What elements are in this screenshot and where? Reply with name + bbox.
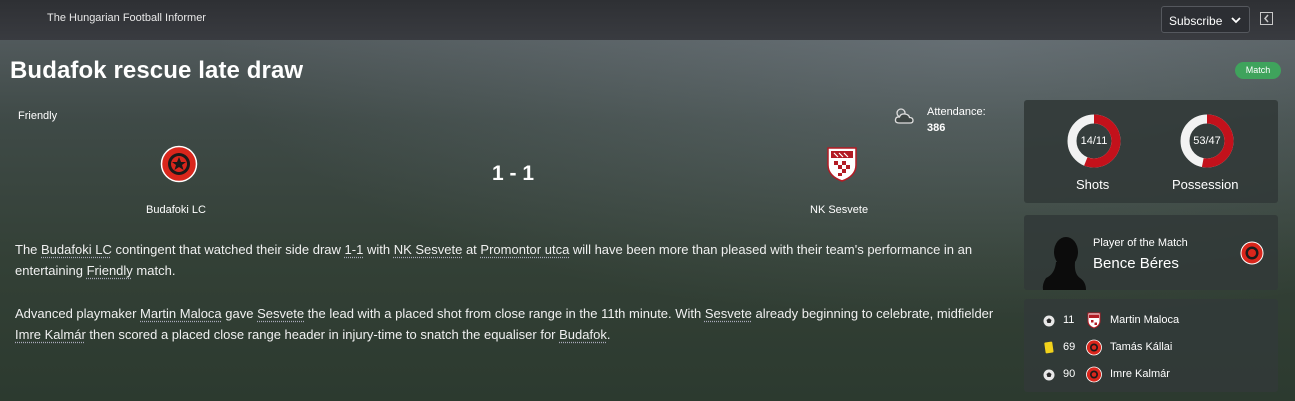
report-link[interactable]: Budafok bbox=[559, 327, 607, 342]
report-link[interactable]: Martin Maloca bbox=[140, 306, 222, 321]
nk-sesvete-crest-icon bbox=[1087, 312, 1101, 329]
report-link[interactable]: Friendly bbox=[87, 263, 133, 278]
report-text: at bbox=[462, 242, 481, 257]
event-row[interactable]: 11 Martin Maloca bbox=[1024, 310, 1278, 330]
player-of-match-name[interactable]: Bence Béres bbox=[1093, 255, 1179, 272]
event-player-name[interactable]: Imre Kalmár bbox=[1110, 368, 1170, 380]
attendance-value: 386 bbox=[927, 122, 946, 134]
report-text: Advanced playmaker bbox=[15, 306, 141, 321]
report-text: match. bbox=[132, 263, 176, 278]
report-text: The bbox=[15, 242, 42, 257]
event-row[interactable]: 69 Tamás Kállai bbox=[1024, 337, 1278, 357]
match-events-panel: 11 Martin Maloca 69 Tamás Kállai 90 Imre Kalm… bbox=[1024, 299, 1278, 392]
budafoki-crest-icon bbox=[1086, 366, 1102, 383]
report-text: already beginning to celebrate, midfield… bbox=[751, 306, 994, 321]
attendance-label: Attendance: bbox=[927, 106, 986, 118]
report-link[interactable]: 1-1 bbox=[345, 242, 364, 257]
subscribe-dropdown[interactable]: Subscribe bbox=[1161, 6, 1250, 33]
newspaper-name: The Hungarian Football Informer bbox=[47, 12, 206, 24]
report-paragraph-1: The Budafoki LC contingent that watched … bbox=[15, 239, 1005, 281]
budafoki-crest-icon bbox=[1240, 241, 1264, 265]
event-minute: 69 bbox=[1063, 341, 1076, 353]
report-text: with bbox=[363, 242, 394, 257]
yellow-card-icon bbox=[1044, 341, 1054, 354]
shots-label: Shots bbox=[1076, 177, 1110, 192]
competition-label[interactable]: Friendly bbox=[18, 110, 57, 122]
report-link[interactable]: Imre Kalmár bbox=[15, 327, 86, 342]
player-of-match-title: Player of the Match bbox=[1093, 237, 1188, 249]
cloudy-icon bbox=[894, 108, 914, 124]
budafoki-crest-icon[interactable] bbox=[160, 145, 198, 183]
report-link[interactable]: Budafoki LC bbox=[41, 242, 112, 257]
budafoki-crest-icon bbox=[1086, 339, 1102, 356]
report-link[interactable]: NK Sesvete bbox=[394, 242, 463, 257]
event-minute: 90 bbox=[1063, 368, 1076, 380]
event-player-name[interactable]: Tamás Kállai bbox=[1110, 341, 1172, 353]
report-link[interactable]: Promontor utca bbox=[480, 242, 569, 257]
report-link[interactable]: Sesvete bbox=[257, 306, 304, 321]
collapse-panel-icon[interactable] bbox=[1260, 12, 1273, 25]
player-silhouette-icon bbox=[1042, 237, 1086, 290]
report-text: then scored a placed close range header … bbox=[85, 327, 560, 342]
possession-label: Possession bbox=[1172, 177, 1239, 192]
report-paragraph-2: Advanced playmaker Martin Maloca gave Se… bbox=[15, 303, 1005, 345]
home-team-name[interactable]: Budafoki LC bbox=[146, 204, 206, 216]
possession-value: 53/47 bbox=[1193, 135, 1221, 147]
event-row[interactable]: 90 Imre Kalmár bbox=[1024, 364, 1278, 384]
report-text: gave bbox=[221, 306, 258, 321]
article-headline: Budafok rescue late draw bbox=[10, 57, 304, 84]
away-team-name[interactable]: NK Sesvete bbox=[810, 204, 868, 216]
match-stats-panel: 14/11 Shots 53/47 Possession bbox=[1024, 100, 1278, 203]
player-of-match-panel[interactable]: Player of the Match Bence Béres bbox=[1024, 215, 1278, 290]
match-score: 1 - 1 bbox=[492, 162, 535, 185]
chevron-down-icon bbox=[1231, 17, 1241, 24]
nk-sesvete-crest-icon[interactable] bbox=[825, 145, 859, 183]
event-minute: 11 bbox=[1063, 314, 1075, 326]
report-text: the lead with a placed shot from close r… bbox=[304, 306, 705, 321]
top-bar: The Hungarian Football Informer Subscrib… bbox=[0, 0, 1295, 40]
football-icon bbox=[1043, 369, 1055, 381]
subscribe-label: Subscribe bbox=[1169, 14, 1223, 28]
report-text: . bbox=[606, 327, 611, 342]
event-player-name[interactable]: Martin Maloca bbox=[1110, 314, 1179, 326]
shots-value: 14/11 bbox=[1080, 135, 1108, 147]
football-icon bbox=[1043, 315, 1055, 327]
report-link[interactable]: Sesvete bbox=[705, 306, 752, 321]
report-text: contingent that watched their side draw bbox=[111, 242, 345, 257]
match-badge: Match bbox=[1235, 62, 1281, 79]
